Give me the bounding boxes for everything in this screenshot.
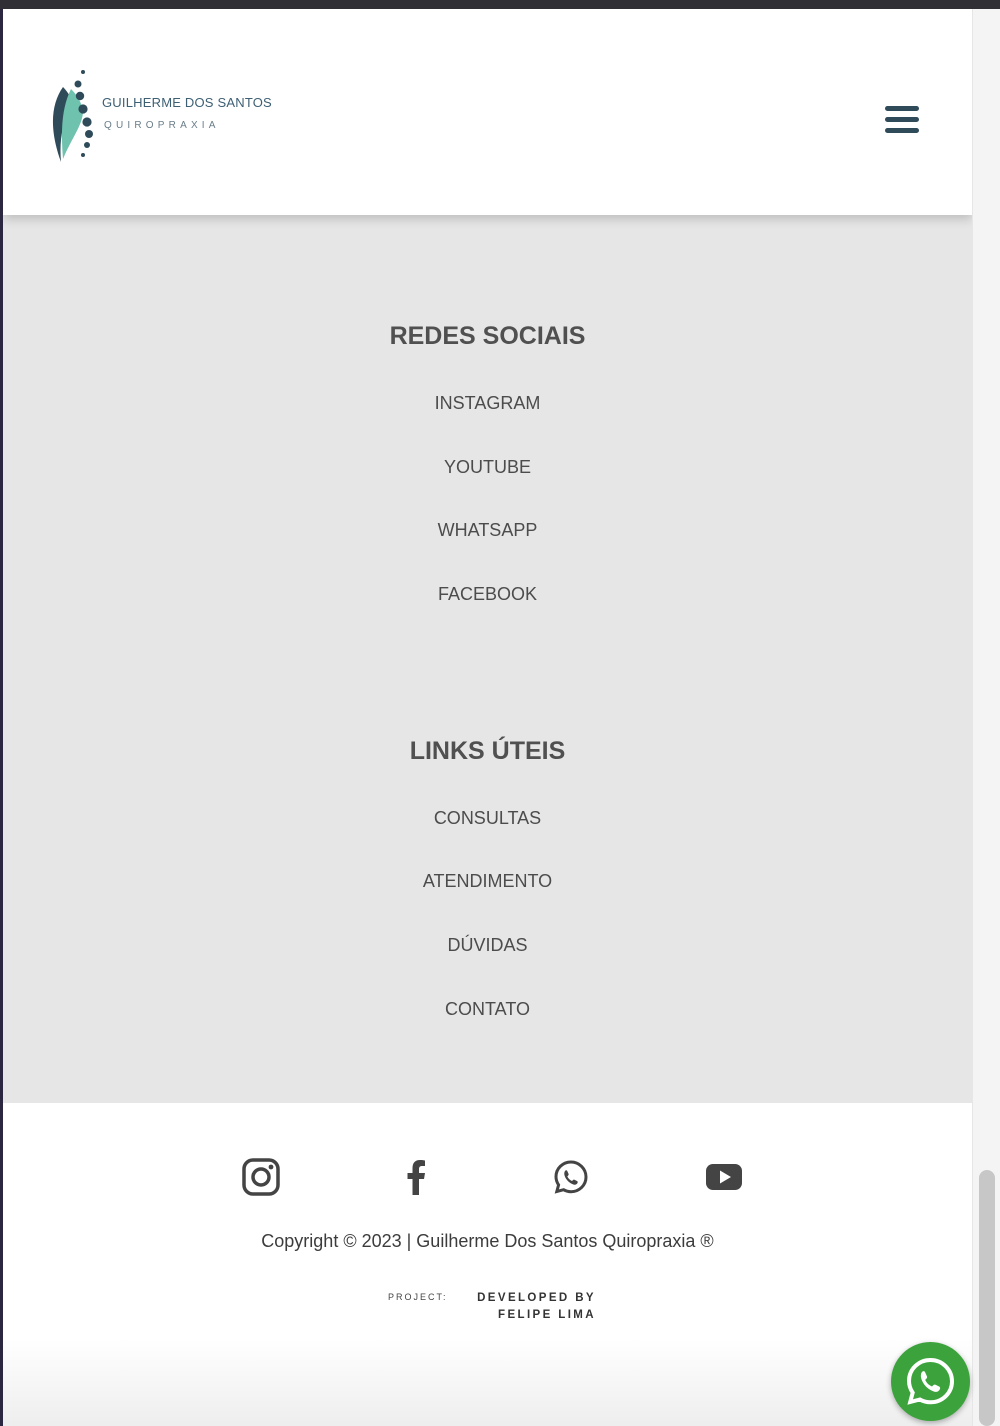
site-header: GUILHERME DOS SANTOS QUIROPRAXIA bbox=[3, 9, 972, 215]
link-duvidas[interactable]: DÚVIDAS bbox=[3, 935, 972, 956]
instagram-icon[interactable] bbox=[239, 1155, 283, 1199]
footer-fade bbox=[3, 1339, 972, 1426]
link-youtube[interactable]: YOUTUBE bbox=[3, 457, 972, 478]
youtube-icon[interactable] bbox=[702, 1155, 746, 1199]
browser-top-bar bbox=[0, 0, 1000, 9]
developer-credit[interactable]: DEVELOPED BY FELIPE LIMA bbox=[456, 1290, 596, 1324]
whatsapp-icon[interactable] bbox=[549, 1155, 593, 1199]
scrollbar-thumb[interactable] bbox=[979, 1170, 995, 1426]
link-consultas[interactable]: CONSULTAS bbox=[3, 808, 972, 829]
facebook-icon[interactable] bbox=[394, 1155, 438, 1199]
credit-line-1: DEVELOPED BY bbox=[477, 1292, 596, 1304]
spine-logo-icon bbox=[52, 70, 93, 162]
copyright-text: Copyright © 2023 | Guilherme Dos Santos … bbox=[261, 1231, 714, 1251]
credit-line-2: FELIPE LIMA bbox=[498, 1309, 596, 1321]
whatsapp-icon bbox=[906, 1357, 955, 1405]
link-whatsapp[interactable]: WHATSAPP bbox=[3, 520, 972, 541]
footer-links-section: REDES SOCIAIS INSTAGRAM YOUTUBE WHATSAPP… bbox=[3, 215, 972, 1103]
credit-label: PROJECT: bbox=[388, 1292, 448, 1302]
useful-links-title: LINKS ÚTEIS bbox=[409, 737, 566, 765]
floating-whatsapp-button[interactable] bbox=[891, 1342, 970, 1421]
hamburger-menu-icon[interactable] bbox=[880, 103, 920, 137]
social-column-title: REDES SOCIAIS bbox=[389, 322, 586, 350]
logo-name: GUILHERME DOS SANTOS bbox=[102, 95, 272, 110]
site-logo[interactable]: GUILHERME DOS SANTOS QUIROPRAXIA bbox=[49, 59, 272, 164]
link-facebook[interactable]: FACEBOOK bbox=[3, 584, 972, 605]
page-viewport: GUILHERME DOS SANTOS QUIROPRAXIA REDES S… bbox=[3, 9, 972, 1426]
logo-subtitle: QUIROPRAXIA bbox=[104, 120, 220, 131]
link-instagram[interactable]: INSTAGRAM bbox=[3, 393, 972, 414]
link-atendimento[interactable]: ATENDIMENTO bbox=[3, 871, 972, 892]
link-contato[interactable]: CONTATO bbox=[3, 999, 972, 1020]
